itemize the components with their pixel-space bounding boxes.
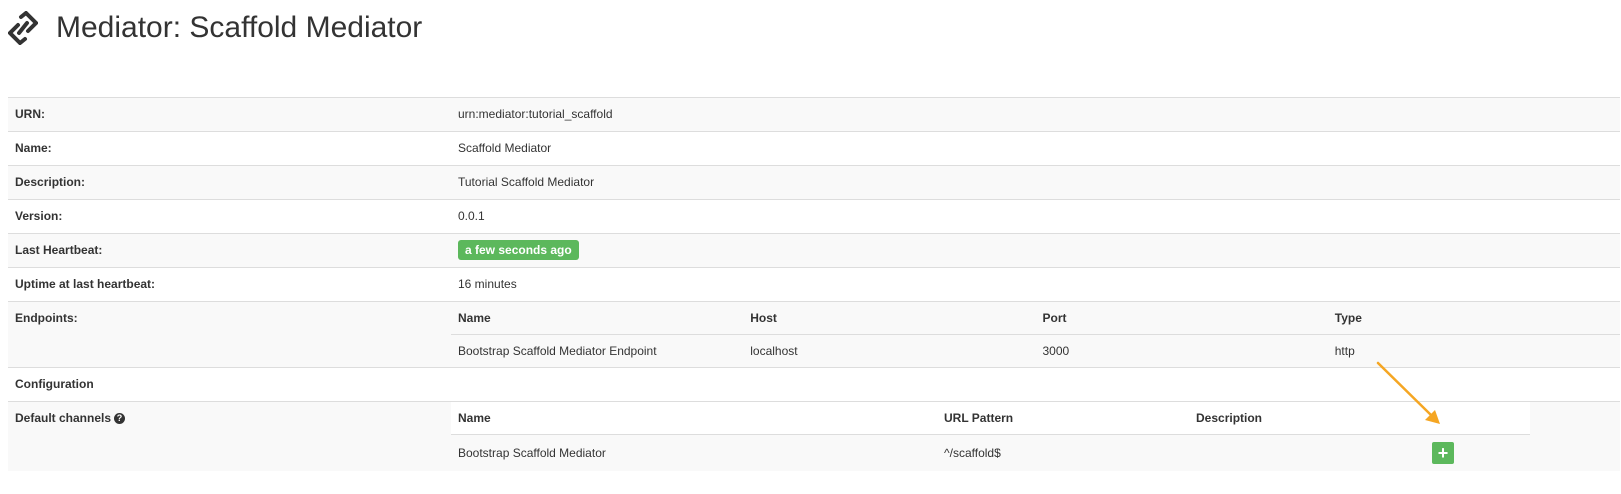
endpoints-col-type: Type bbox=[1327, 302, 1620, 335]
urn-value: urn:mediator:tutorial_scaffold bbox=[458, 107, 613, 121]
plus-icon: + bbox=[1437, 442, 1449, 463]
last-heartbeat-label: Last Heartbeat: bbox=[15, 243, 103, 257]
name-label: Name: bbox=[15, 141, 52, 155]
version-label: Version: bbox=[15, 209, 63, 223]
uptime-row: Uptime at last heartbeat: 16 minutes bbox=[8, 268, 1620, 302]
endpoints-col-host: Host bbox=[743, 302, 1036, 335]
add-channel-button[interactable]: + bbox=[1432, 441, 1454, 464]
page-title: Mediator: Scaffold Mediator bbox=[56, 11, 423, 44]
configuration-label: Configuration bbox=[15, 377, 94, 391]
configuration-row: Configuration bbox=[8, 368, 1620, 402]
name-row: Name: Scaffold Mediator bbox=[8, 132, 1620, 166]
channels-col-url-pattern: URL Pattern bbox=[937, 402, 1189, 435]
mediator-details-table: URN: urn:mediator:tutorial_scaffold Name… bbox=[8, 97, 1620, 471]
description-row: Description: Tutorial Scaffold Mediator bbox=[8, 166, 1620, 200]
endpoint-name-cell: Bootstrap Scaffold Mediator Endpoint bbox=[458, 344, 657, 358]
endpoints-table: Name Host Port Type Bootstrap Scaffold M… bbox=[451, 302, 1620, 367]
name-value: Scaffold Mediator bbox=[458, 141, 552, 155]
channel-description-cell bbox=[1189, 434, 1425, 471]
channel-url-pattern-cell: ^/scaffold$ bbox=[937, 434, 1189, 471]
heartbeat-status-badge: a few seconds ago bbox=[458, 240, 579, 260]
table-row: Bootstrap Scaffold Mediator ^/scaffold$ … bbox=[451, 434, 1530, 471]
page-header: Mediator: Scaffold Mediator bbox=[8, 8, 422, 48]
endpoints-row: Endpoints: Name Host Port Type Bootstrap… bbox=[8, 302, 1620, 368]
version-row: Version: 0.0.1 bbox=[8, 200, 1620, 234]
endpoint-type-cell: http bbox=[1334, 344, 1355, 358]
urn-row: URN: urn:mediator:tutorial_scaffold bbox=[8, 98, 1620, 132]
version-value: 0.0.1 bbox=[458, 209, 485, 223]
uptime-label: Uptime at last heartbeat: bbox=[15, 277, 156, 291]
question-circle-icon[interactable]: ? bbox=[114, 412, 126, 424]
default-channels-label: Default channels bbox=[15, 411, 112, 425]
urn-label: URN: bbox=[15, 107, 45, 121]
channels-col-name: Name bbox=[451, 402, 937, 435]
last-heartbeat-row: Last Heartbeat: a few seconds ago bbox=[8, 234, 1620, 268]
table-row: Bootstrap Scaffold Mediator Endpoint loc… bbox=[451, 335, 1620, 368]
description-label: Description: bbox=[15, 175, 86, 189]
uptime-value: 16 minutes bbox=[458, 277, 517, 291]
endpoints-label: Endpoints: bbox=[15, 311, 78, 325]
endpoint-host-cell: localhost bbox=[750, 344, 798, 358]
channel-name-cell: Bootstrap Scaffold Mediator bbox=[451, 434, 937, 471]
endpoints-col-name: Name bbox=[451, 302, 744, 335]
endpoint-port-cell: 3000 bbox=[1042, 344, 1070, 358]
link-icon bbox=[8, 11, 38, 45]
channels-col-description: Description bbox=[1189, 402, 1425, 435]
endpoints-col-port: Port bbox=[1035, 302, 1328, 335]
channels-col-actions bbox=[1425, 402, 1530, 435]
default-channels-row: Default channels? Name URL Pattern Descr… bbox=[8, 402, 1620, 471]
default-channels-table: Name URL Pattern Description Bootstrap S… bbox=[451, 402, 1530, 471]
description-value: Tutorial Scaffold Mediator bbox=[458, 175, 595, 189]
